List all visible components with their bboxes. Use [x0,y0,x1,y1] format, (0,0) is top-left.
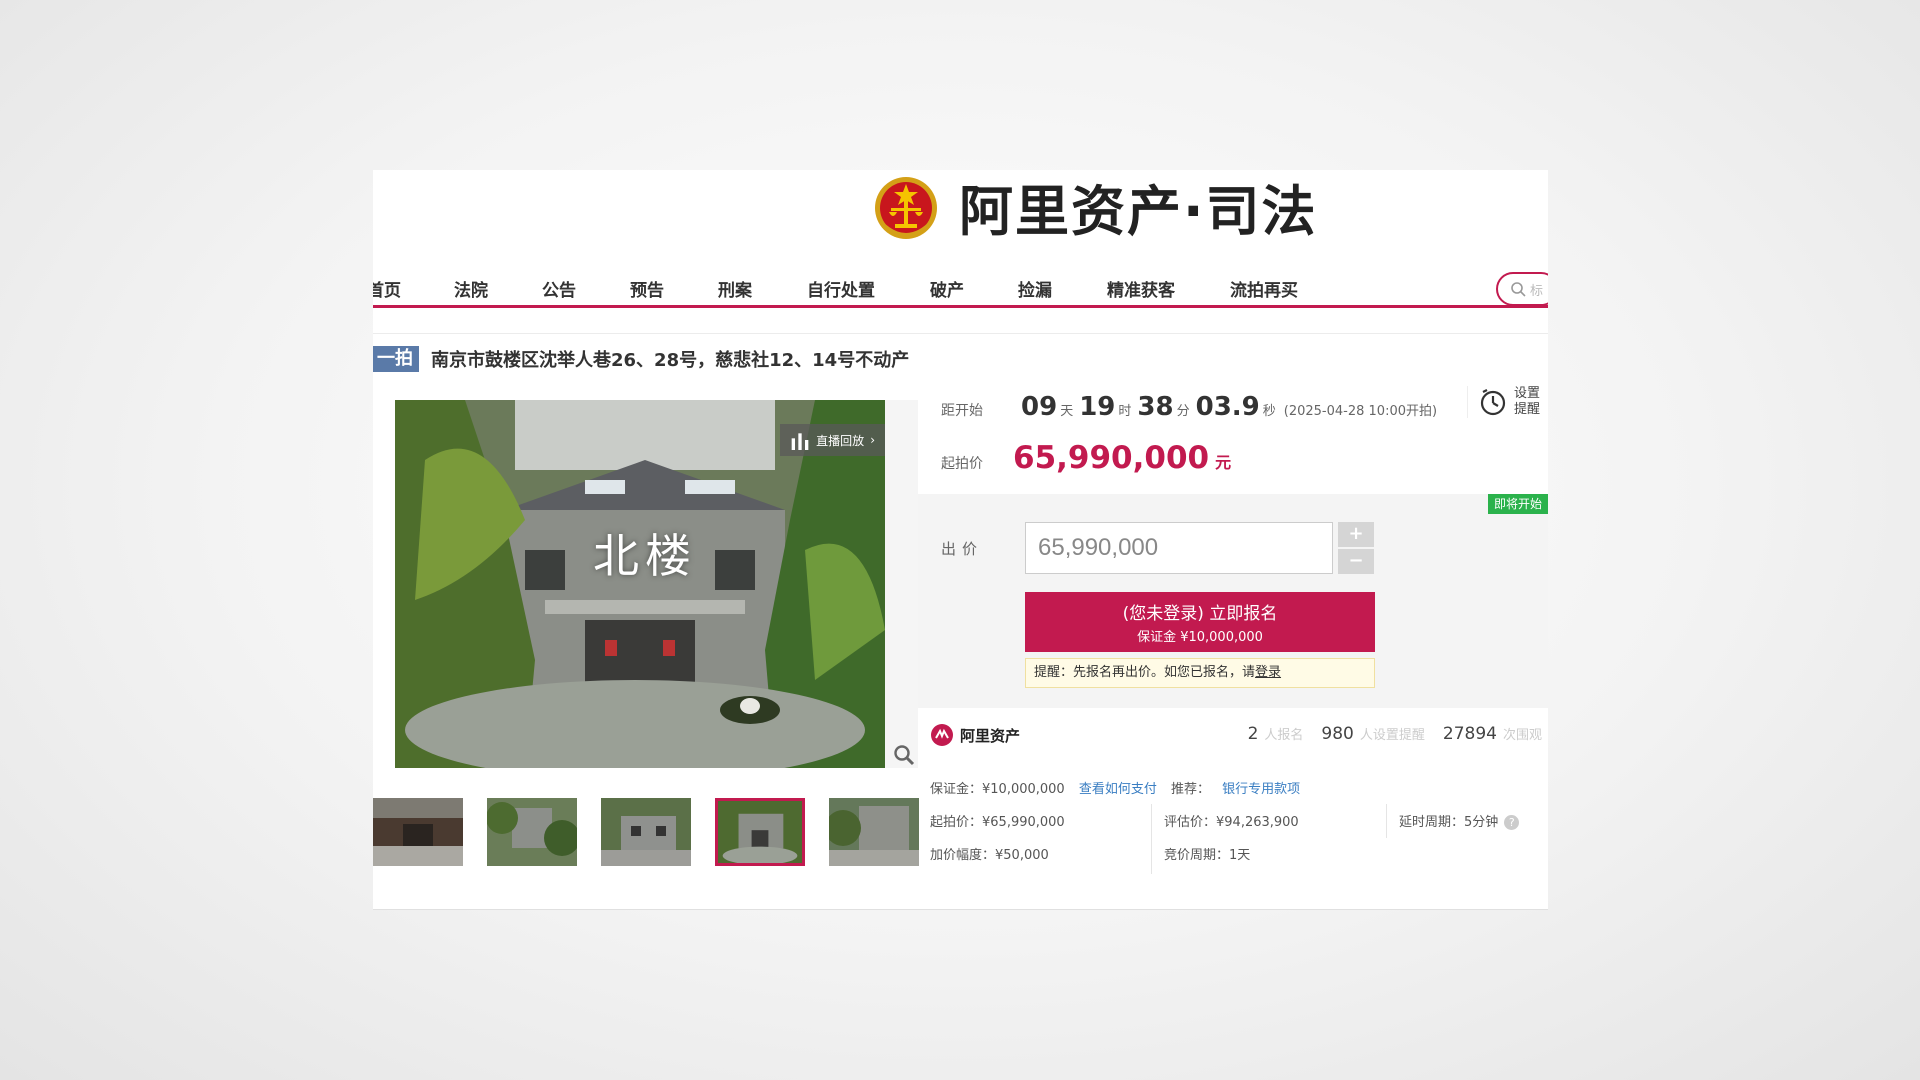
start-price-unit: 元 [1215,453,1232,472]
countdown-days-unit: 天 [1060,404,1074,419]
zoom-icon[interactable] [893,744,915,766]
countdown-hours: 19 [1079,392,1116,422]
nav-item-precise-customers[interactable]: 精准获客 [1107,276,1175,301]
help-icon[interactable]: ? [1504,815,1520,830]
countdown-minutes: 38 [1137,392,1174,422]
nav-item-criminal[interactable]: 刑案 [718,276,752,301]
register-deposit-label: 保证金 ¥10,000,000 [1137,630,1263,645]
divider [373,909,1548,910]
start-price-row: 起拍价 65,990,000 元 [941,440,1231,476]
thumbnail[interactable] [829,798,919,866]
countdown-seconds: 03.9 [1195,392,1260,422]
nav-item-rebuy[interactable]: 流拍再买 [1230,276,1298,301]
auction-stats: 2 人报名 980 人设置提醒 27894 次围观 [1230,724,1542,744]
thumbnail-active[interactable] [715,798,805,866]
chevron-right-icon: › [870,433,875,447]
countdown-minutes-unit: 分 [1176,404,1190,419]
divider [1151,804,1152,874]
stats-row: 阿里资产 2 人报名 980 人设置提醒 27894 次围观 [918,708,1548,762]
search-input[interactable]: 标 [1496,272,1548,306]
brand-header[interactable]: 阿里资产·司法 [873,170,1318,243]
start-price-info: 起拍价：¥65,990,000 [930,815,1065,830]
delay-period-info: 延时周期：5分钟 [1399,815,1499,830]
court-emblem-icon [875,177,937,239]
nav-item-home[interactable]: 首页 [373,276,401,301]
nav-item-bankruptcy[interactable]: 破产 [930,276,964,301]
main-property-image[interactable]: 北楼 直播回放 › [395,400,885,768]
nav-item-announcements[interactable]: 公告 [542,276,576,301]
auction-page: 阿里资产·司法 首页 法院 公告 预告 刑案 自行处置 破产 捡漏 精准获客 流… [373,170,1548,910]
start-price-label: 起拍价 [941,456,983,472]
view-count: 27894 [1442,724,1497,744]
countdown-label: 距开始 [941,403,983,419]
thumbnail[interactable] [373,798,463,866]
nav-item-self-disposal[interactable]: 自行处置 [807,276,875,301]
increment-info: 加价幅度：¥50,000 [930,848,1049,863]
countdown-days: 09 [1021,392,1058,422]
auction-round-tag: 一拍 [373,346,419,372]
lot-title: 南京市鼓楼区沈举人巷26、28号，慈悲社12、14号不动产 [431,350,910,371]
divider [373,333,1548,334]
search-placeholder: 标 [1530,283,1544,299]
nav-item-courts[interactable]: 法院 [454,276,488,301]
bid-stepper: + − [1338,522,1374,574]
login-link[interactable]: 登录 [1255,665,1281,680]
tip-text: 提醒：先报名再出价。如您已报名，请 [1034,665,1256,680]
ali-assets-brand: 阿里资产 [960,726,1021,745]
bank-account-link[interactable]: 银行专用款项 [1222,782,1300,797]
view-label: 次围观 [1502,728,1542,743]
register-now-button[interactable]: (您未登录) 立即报名 保证金 ¥10,000,000 [1025,592,1375,652]
bid-panel: 即将开始 出价 + − (您未登录) 立即报名 保证金 ¥10,000,000 … [918,494,1548,708]
auction-info: 保证金：¥10,000,000 查看如何支付 推荐： 银行专用款项 起拍价：¥6… [930,760,1548,874]
nav-item-bargains[interactable]: 捡漏 [1018,276,1052,301]
thumbnail-image [373,798,463,866]
thumbnail[interactable] [487,798,577,866]
increase-bid-button[interactable]: + [1338,522,1374,547]
bid-amount-input[interactable] [1025,522,1333,574]
decrease-bid-button[interactable]: − [1338,549,1374,574]
nav-item-preview[interactable]: 预告 [630,276,664,301]
reminder-count: 980 [1321,724,1354,744]
bar-chart-icon [791,433,809,450]
reminder-line2: 提醒 [1513,402,1540,417]
registered-count: 2 [1247,724,1259,744]
lot-title-row: 一拍 南京市鼓楼区沈举人巷26、28号，慈悲社12、14号不动产 [373,346,909,372]
main-nav: 首页 法院 公告 预告 刑案 自行处置 破产 捡漏 精准获客 流拍再买 标 [373,266,1548,308]
countdown: 距开始 09 天 19 时 38 分 03.9 秒 (2025-04-28 10… [941,392,1437,422]
bid-period-info: 竞价周期：1天 [1164,848,1251,863]
countdown-hours-unit: 时 [1118,404,1132,419]
live-replay-button[interactable]: 直播回放 › [780,424,885,456]
auction-start-time: (2025-04-28 10:00开拍) [1283,404,1438,419]
thumbnail[interactable] [601,798,691,866]
thumbnail-image [718,801,802,863]
image-caption: 北楼 [593,529,697,583]
register-button-label: (您未登录) 立即报名 [1122,604,1278,624]
thumbnail-image [601,798,691,866]
status-badge: 即将开始 [1487,494,1548,514]
divider [1386,804,1387,838]
live-replay-label: 直播回放 [816,433,865,448]
thumbnail-image [487,798,577,866]
ali-assets-logo-icon [931,724,953,746]
search-icon [1511,282,1526,297]
start-price-value: 65,990,000 [1013,440,1210,476]
set-reminder-button[interactable]: 设置 提醒 [1466,386,1540,418]
thumbnail-image [829,798,919,866]
reminder-line1: 设置 [1513,386,1540,401]
recommend-label: 推荐： [1171,782,1211,797]
deposit-info: 保证金：¥10,000,000 [930,782,1065,797]
image-side-strip [885,400,918,768]
countdown-seconds-unit: 秒 [1262,404,1276,419]
login-tip: 提醒：先报名再出价。如您已报名，请登录 [1025,658,1375,688]
reminder-label: 人设置提醒 [1359,728,1425,743]
brand-name: 阿里资产·司法 [959,179,1318,243]
bid-label: 出价 [941,540,984,558]
alarm-clock-icon [1480,389,1506,416]
how-to-pay-link[interactable]: 查看如何支付 [1079,782,1157,797]
registered-label: 人报名 [1264,728,1304,743]
appraisal-info: 评估价：¥94,263,900 [1164,815,1299,830]
